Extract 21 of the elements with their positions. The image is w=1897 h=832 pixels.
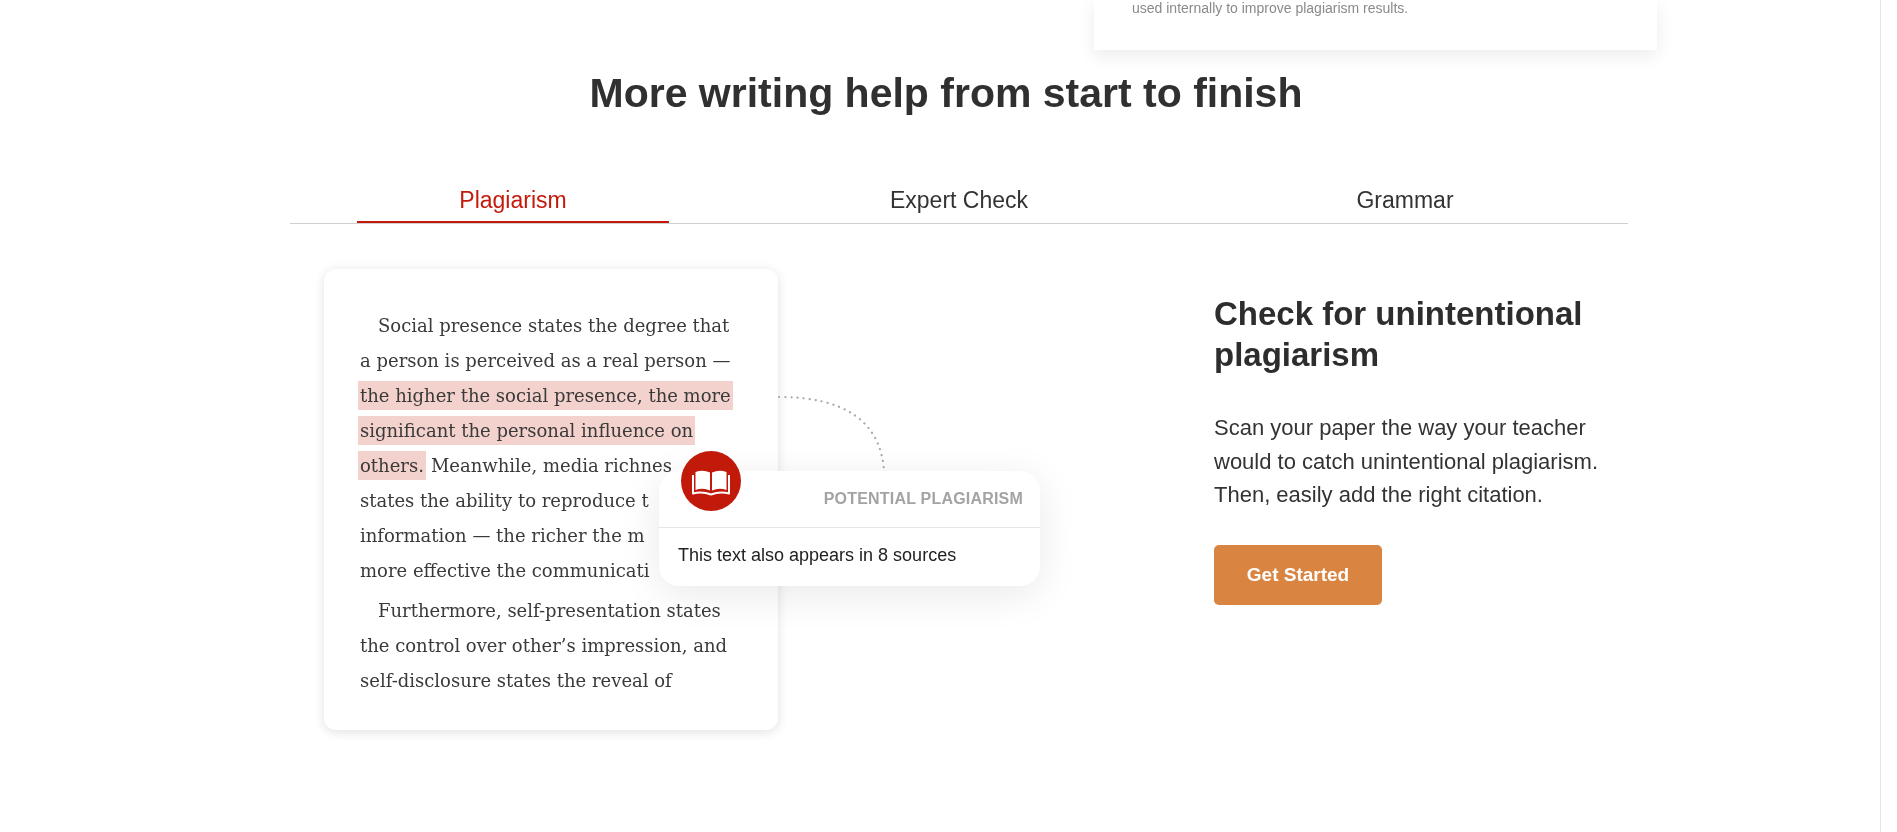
body-text: Meanwhile, media richnes <box>430 454 672 478</box>
popup-title: POTENTIAL PLAGIARISM <box>823 490 1023 508</box>
highlighted-text: others. <box>358 451 426 480</box>
body-text: self-disclosure states the reveal of <box>360 669 672 693</box>
body-text: states the ability to reproduce t <box>360 489 649 513</box>
body-text: more effective the communicati <box>360 559 650 583</box>
body-text: Social presence states the degree that <box>378 314 730 338</box>
card-text: used internally to improve plagiarism results. <box>1132 0 1410 16</box>
tab[interactable]: Grammar <box>1249 186 1561 223</box>
body-text: Furthermore, self-presentation states <box>378 599 721 623</box>
feature-title: Check for unintentional plagiarism <box>1214 294 1584 375</box>
body-text: information — the richer the m <box>360 524 645 548</box>
popup-message: This text also appears in 8 sources <box>678 545 957 565</box>
highlighted-text: significant the personal influence on <box>358 416 696 445</box>
tab[interactable]: Expert Check <box>803 186 1115 223</box>
feature-description: Scan your paper the way your teacher would to catch unintentional plagiarism. Then, easily add the right citation. <box>1214 414 1599 509</box>
body-text: the control over other’s impression, and <box>360 634 727 658</box>
body-text: a person is perceived as a real person — <box>360 349 731 373</box>
highlighted-text: the higher the social presence, the more <box>358 381 733 410</box>
tab[interactable]: Plagiarism <box>357 186 669 223</box>
section-heading: More writing help from start to finish <box>588 70 1304 116</box>
